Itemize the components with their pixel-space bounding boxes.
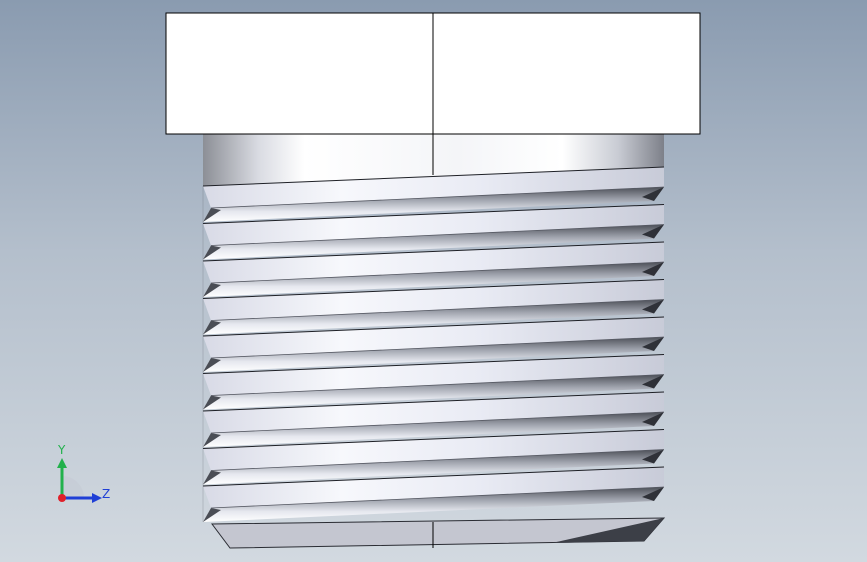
thread-body[interactable] — [202, 166, 665, 522]
thread-end-face[interactable] — [211, 517, 666, 549]
cad-viewport[interactable] — [0, 0, 867, 562]
thread-end[interactable] — [211, 517, 666, 549]
hex-head[interactable] — [165, 12, 701, 135]
x-axis-point-icon — [58, 494, 66, 502]
triad-quarter-arc — [62, 476, 84, 498]
y-axis-arrow-icon — [57, 458, 67, 468]
z-axis-arrow-icon — [92, 493, 102, 503]
z-axis-label: Z — [102, 487, 110, 501]
y-axis-label: Y — [57, 443, 66, 457]
orientation-triad[interactable]: Y Z — [40, 440, 120, 520]
